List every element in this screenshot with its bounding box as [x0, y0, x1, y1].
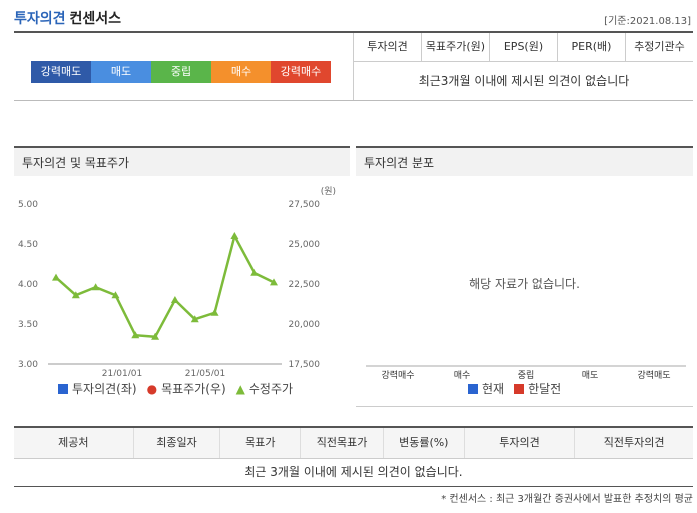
- legend-current: 현재: [482, 382, 505, 396]
- as-of-date: [기준:2021.08.13]: [604, 16, 691, 27]
- legend-opinion: 투자의견(좌): [72, 382, 137, 396]
- col-last-date: 최종일자: [132, 428, 220, 458]
- y-left-tick: 3.50: [18, 320, 38, 330]
- adj-price-marker: ▲: [235, 381, 245, 396]
- y-right-unit: (원): [321, 186, 336, 197]
- col-eps: EPS(원): [489, 33, 557, 61]
- opinion-scale: 강력매도 매도 중립 매수 강력매수: [31, 61, 331, 83]
- panel-title-right: 투자의견 분포: [356, 146, 693, 176]
- y-right-tick: 22,500: [289, 280, 321, 290]
- col-opinion: 투자의견: [463, 428, 575, 458]
- scale-strong-sell: 강력매도: [31, 61, 91, 83]
- y-left-tick: 5.00: [18, 200, 38, 210]
- target-price-marker: ●: [146, 381, 158, 396]
- scale-neutral: 중립: [151, 61, 211, 83]
- x-tick: 21/01/01: [102, 369, 142, 376]
- legend-month-ago: 한달전: [528, 382, 562, 396]
- col-opinion: 투자의견: [353, 33, 421, 61]
- adj-price-point: [210, 308, 219, 316]
- y-left-tick: 3.00: [18, 360, 38, 370]
- col-target-price: 목표주가(원): [421, 33, 489, 61]
- cat-strong-sell: 강력매도: [637, 371, 671, 381]
- col-target: 목표가: [219, 428, 300, 458]
- adj-price-line: [55, 232, 275, 339]
- provider-table-header: 제공처 최종일자 목표가 직전목표가 변동률(%) 투자의견 직전투자의견: [14, 426, 693, 459]
- current-swatch: [468, 383, 478, 394]
- scale-buy: 매수: [211, 61, 271, 83]
- y-left-tick: 4.50: [18, 240, 38, 250]
- scale-sell: 매도: [91, 61, 151, 83]
- x-tick: 21/05/01: [185, 369, 225, 376]
- y-right-tick: 17,500: [289, 360, 321, 370]
- page-title: 투자의견 컨센서스: [14, 8, 121, 28]
- cat-sell: 매도: [581, 371, 599, 381]
- y-right-tick: 27,500: [289, 200, 321, 210]
- legend-adj-price: 수정주가: [248, 382, 294, 396]
- chart-legend-right: 현재 한달전: [468, 380, 561, 397]
- legend-target: 목표주가(우): [161, 382, 226, 396]
- col-provider: 제공처: [58, 436, 89, 449]
- panel-title-left: 투자의견 및 목표주가: [14, 146, 350, 176]
- adj-price-point: [230, 232, 239, 239]
- scale-strong-buy: 강력매수: [271, 61, 331, 83]
- opinion-price-chart: 5.00 4.50 4.00 3.50 3.00 27,500 25,000 22,500 20…: [18, 186, 336, 376]
- adj-price-point: [170, 296, 179, 303]
- col-institutions: 추정기관수: [625, 33, 693, 61]
- no-data-message: 해당 자료가 없습니다.: [469, 277, 580, 291]
- y-right-tick: 20,000: [289, 320, 321, 330]
- title-primary: 투자의견: [14, 11, 66, 27]
- consensus-header: 투자의견 목표주가(원) EPS(원) PER(배) 추정기관수: [353, 33, 693, 62]
- y-left-tick: 4.00: [18, 280, 38, 290]
- opinion-swatch: [58, 383, 68, 394]
- col-change: 변동률(%): [382, 428, 464, 458]
- month-ago-swatch: [514, 383, 525, 394]
- adj-price-point: [52, 273, 60, 281]
- col-prev-opinion: 직전투자의견: [574, 428, 693, 458]
- consensus-message: 최근3개월 이내에 제시된 의견이 없습니다: [353, 62, 694, 100]
- divider: [14, 100, 693, 101]
- provider-table-message: 최근 3개월 이내에 제시된 의견이 없습니다.: [14, 458, 693, 487]
- footnote: * 컨센서스 : 최근 3개월간 증권사에서 발표한 추정치의 평균: [441, 494, 693, 505]
- col-prev-target: 직전목표가: [300, 428, 383, 458]
- cat-strong-buy: 강력매수: [381, 371, 415, 381]
- title-secondary: 컨센서스: [69, 11, 122, 27]
- col-per: PER(배): [557, 33, 625, 61]
- adj-price-point: [91, 283, 100, 291]
- y-right-tick: 25,000: [289, 240, 321, 250]
- chart-legend-left: 투자의견(좌) ● 목표주가(우) ▲ 수정주가: [58, 380, 293, 397]
